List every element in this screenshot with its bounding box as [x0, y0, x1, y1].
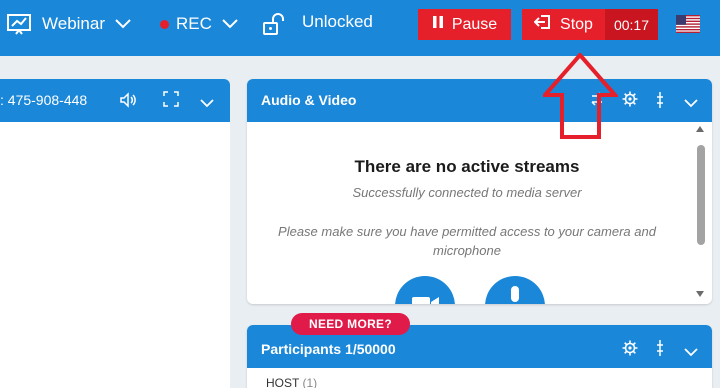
- record-selector[interactable]: REC: [160, 0, 238, 48]
- arrow-up-icon: [543, 53, 618, 139]
- chevron-down-icon[interactable]: [684, 95, 698, 113]
- volume-icon[interactable]: [119, 91, 137, 112]
- host-group-label[interactable]: HOST (1): [266, 376, 317, 388]
- lock-label: Unlocked: [302, 12, 373, 31]
- unlock-icon: [262, 12, 286, 36]
- permission-hint: Please make sure you have permitted acce…: [278, 224, 656, 258]
- gear-icon[interactable]: [622, 91, 638, 112]
- resize-handle-icon[interactable]: [655, 91, 665, 114]
- stop-label: Stop: [560, 15, 593, 33]
- presentation-panel-header: : 475-908-448: [0, 79, 230, 122]
- microphone-icon: [508, 286, 522, 304]
- no-streams-heading: There are no active streams: [354, 157, 580, 176]
- gear-icon[interactable]: [622, 340, 638, 361]
- camera-button[interactable]: [395, 276, 455, 304]
- scroll-thumb[interactable]: [697, 145, 705, 245]
- host-label: HOST: [266, 376, 300, 388]
- us-flag-icon[interactable]: [676, 15, 700, 33]
- pause-icon: [432, 15, 444, 34]
- mode-selector[interactable]: Webinar: [6, 0, 131, 48]
- scroll-up-arrow-icon[interactable]: [696, 126, 704, 132]
- camera-icon: [412, 295, 440, 304]
- stop-button[interactable]: Stop: [522, 9, 605, 40]
- meeting-id: : 475-908-448: [0, 92, 88, 108]
- pause-label: Pause: [451, 15, 498, 33]
- record-dot-icon: [160, 19, 169, 29]
- chevron-down-icon[interactable]: [200, 95, 214, 111]
- scroll-down-arrow-icon[interactable]: [696, 291, 704, 297]
- resize-handle-icon[interactable]: [655, 339, 665, 362]
- audio-video-header: Audio & Video: [247, 79, 712, 122]
- connection-status: Successfully connected to media server: [352, 185, 582, 200]
- host-count: (1): [302, 376, 318, 388]
- chevron-down-icon[interactable]: [684, 344, 698, 362]
- top-bar: Webinar REC Unlocked Pause Stop 00:17: [0, 0, 720, 56]
- rec-label: REC: [176, 14, 212, 33]
- audio-video-panel: Audio & Video There are no active stream…: [247, 79, 712, 304]
- lock-toggle[interactable]: Unlocked: [262, 0, 373, 48]
- chevron-down-icon: [222, 19, 238, 29]
- panel-title: Audio & Video: [261, 92, 357, 108]
- microphone-button[interactable]: [485, 276, 545, 304]
- participants-title: Participants 1/50000: [261, 341, 396, 357]
- presentation-panel: : 475-908-448: [0, 79, 230, 388]
- chevron-down-icon: [115, 19, 131, 29]
- exit-icon: [533, 15, 551, 34]
- need-more-badge[interactable]: NEED MORE?: [291, 313, 410, 335]
- mode-label: Webinar: [42, 14, 105, 33]
- fullscreen-icon[interactable]: [163, 91, 179, 110]
- pause-button[interactable]: Pause: [418, 9, 511, 40]
- recording-timer: 00:17: [605, 9, 658, 40]
- presentation-icon: [6, 13, 34, 35]
- scrollbar[interactable]: [692, 122, 708, 304]
